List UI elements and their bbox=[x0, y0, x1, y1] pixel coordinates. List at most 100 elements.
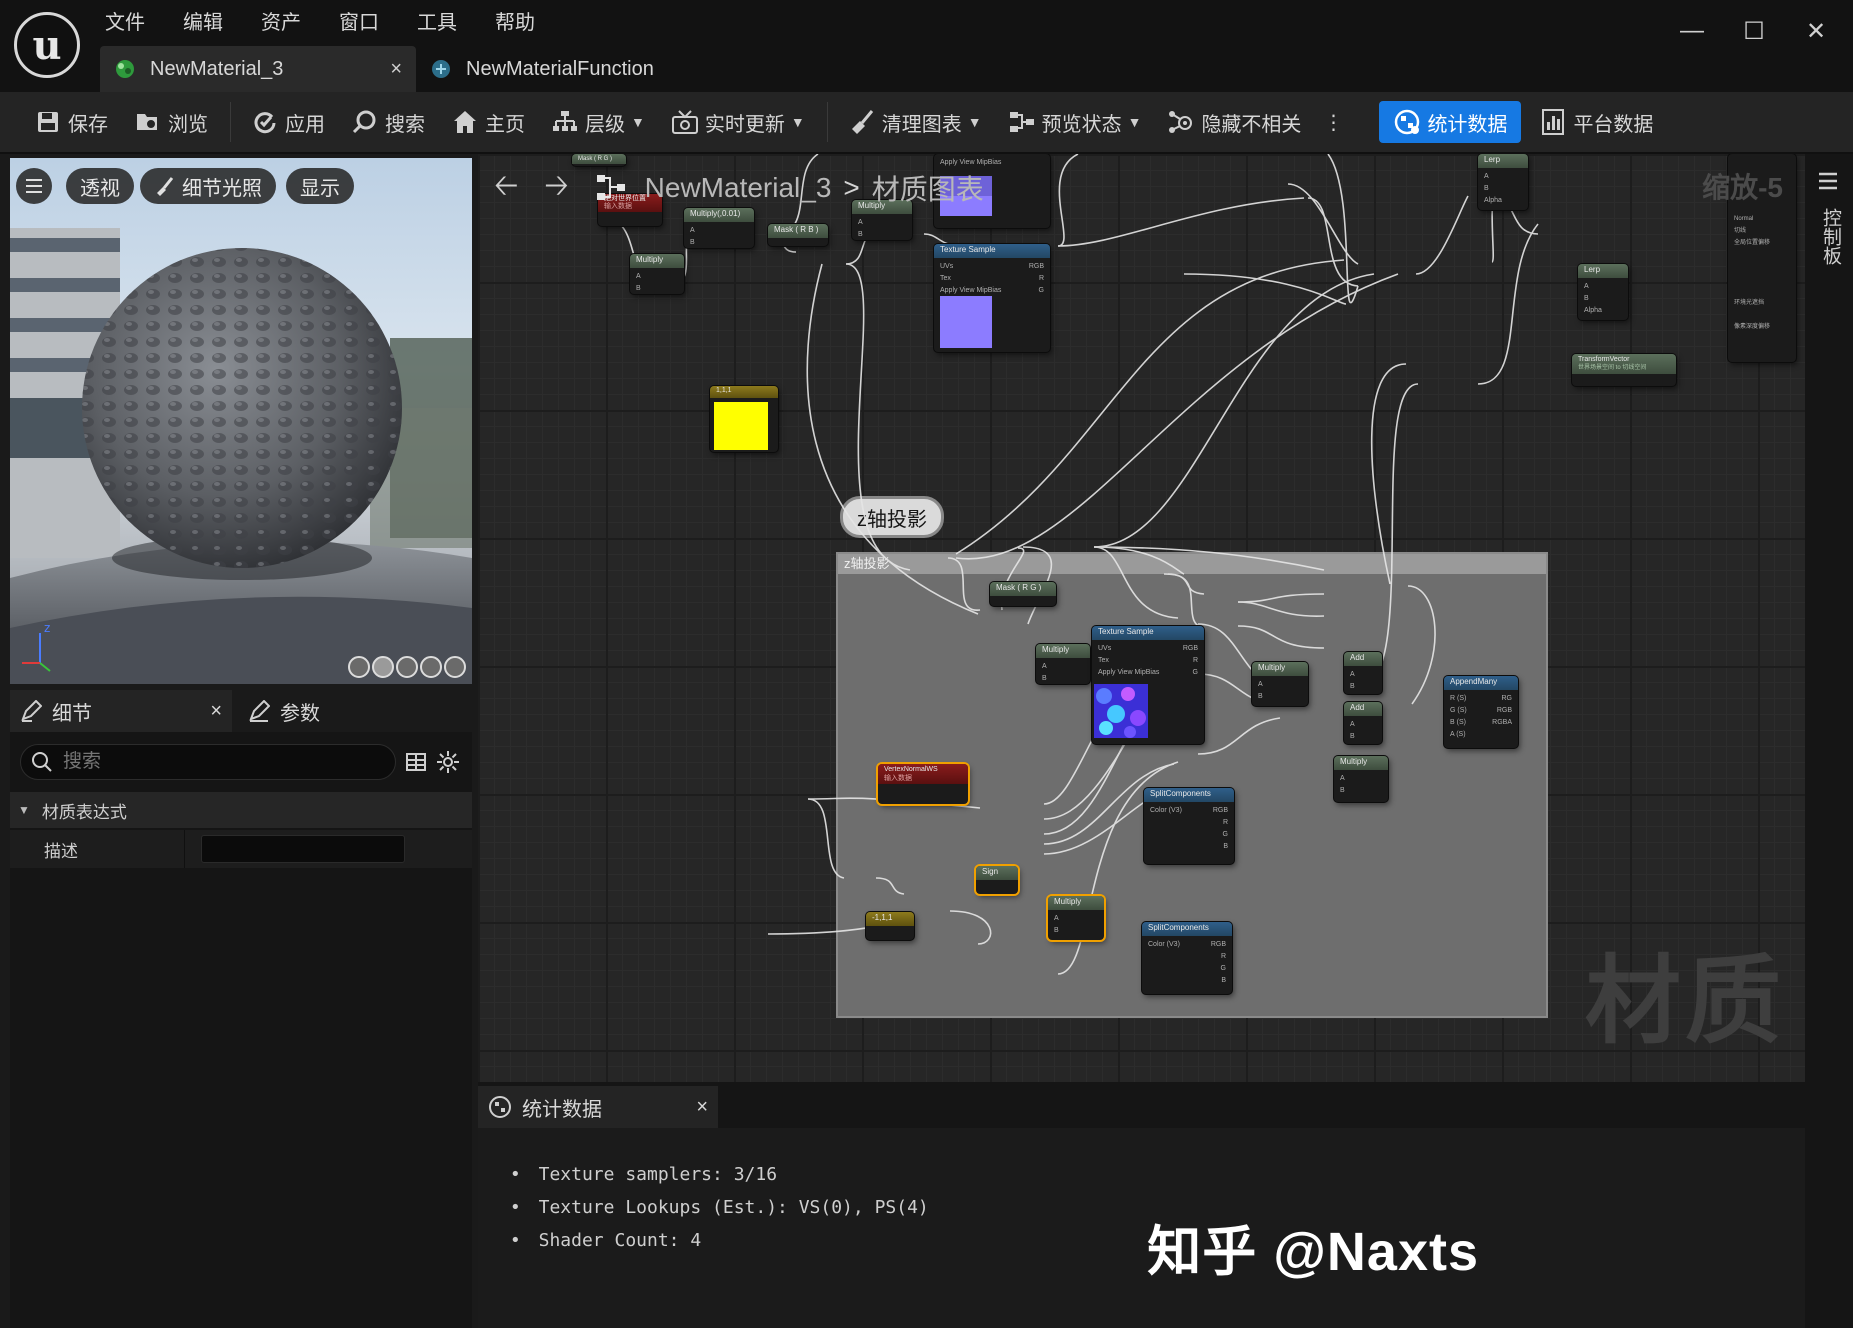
node-split-components[interactable]: SplitComponents Color (V3) RGB R G B bbox=[1142, 922, 1232, 994]
settings-gear-icon[interactable] bbox=[434, 748, 462, 776]
node-lerp[interactable]: Lerp A B Alpha bbox=[1478, 154, 1528, 210]
stats-body: Texture samplers: 3/16 Texture Lookups (… bbox=[478, 1128, 1805, 1328]
node-vertex-normal-ws[interactable]: VertexNormalWS 输入数据 bbox=[878, 764, 968, 804]
tab-newmaterial-3[interactable]: NewMaterial_3 × bbox=[100, 46, 416, 92]
menu-asset[interactable]: 资产 bbox=[261, 8, 320, 38]
hide-unrelated-button[interactable]: 隐藏不相关 bbox=[1159, 101, 1309, 143]
toolbar-divider bbox=[826, 102, 828, 142]
node-multiply[interactable]: Multiply AB bbox=[1048, 896, 1104, 940]
tab-close-button[interactable]: × bbox=[390, 58, 402, 81]
control-panel-tab[interactable]: 控制板 bbox=[1817, 208, 1844, 265]
node-multiply[interactable]: Multiply AB bbox=[630, 254, 684, 294]
preview-state-button[interactable]: 预览状态 ▼ bbox=[1000, 101, 1150, 143]
lighting-mode-button[interactable]: 细节光照 bbox=[140, 168, 276, 204]
menu-help[interactable]: 帮助 bbox=[495, 8, 554, 38]
node-multiply-001[interactable]: Multiply(,0.01) AB bbox=[684, 208, 754, 248]
stats-icon bbox=[489, 1096, 511, 1118]
close-window-button[interactable]: ✕ bbox=[1796, 14, 1836, 48]
apply-icon bbox=[251, 108, 279, 136]
description-row: 描述 bbox=[10, 830, 472, 868]
svg-text:z: z bbox=[44, 621, 50, 635]
unreal-logo-icon[interactable]: u bbox=[14, 12, 80, 78]
toolbar: 保存 浏览 应用 搜索 主页 层级 ▼ 实时更新 ▼ 清理图表 ▼ 预览状态 ▼ 隐藏不… bbox=[0, 92, 1853, 154]
tab-close-button[interactable]: × bbox=[210, 700, 222, 723]
stats-list: Texture samplers: 3/16 Texture Lookups (… bbox=[510, 1158, 929, 1257]
apply-button[interactable]: 应用 bbox=[243, 101, 333, 143]
material-graph[interactable]: z轴投影 z轴投影 绝对世界位置 输入数据 Multiply A B Multi… bbox=[478, 154, 1805, 1082]
node-add[interactable]: Add AB bbox=[1344, 702, 1382, 744]
stats-button[interactable]: 统计数据 bbox=[1379, 101, 1522, 143]
platform-stats-icon bbox=[1539, 108, 1567, 136]
tab-parameters[interactable]: 参数 bbox=[238, 690, 330, 732]
breadcrumb-material[interactable]: NewMaterial_3 bbox=[645, 172, 832, 204]
description-input[interactable] bbox=[201, 835, 405, 863]
node-split-components[interactable]: SplitComponents Color (V3) RGB R G B bbox=[1144, 788, 1234, 864]
toolbar-divider bbox=[230, 102, 231, 142]
tab-newmaterialfunction[interactable]: NewMaterialFunction bbox=[416, 46, 668, 92]
browse-icon bbox=[134, 108, 162, 136]
browse-button[interactable]: 浏览 bbox=[126, 101, 216, 143]
live-update-button[interactable]: 实时更新 ▼ bbox=[663, 101, 813, 143]
stat-texture-lookups: Texture Lookups (Est.): VS(0), PS(4) bbox=[510, 1191, 929, 1224]
texture-thumbnail bbox=[940, 296, 992, 348]
node-lerp[interactable]: Lerp A B Alpha bbox=[1578, 264, 1628, 320]
tab-details[interactable]: 细节 × bbox=[10, 690, 232, 732]
show-menu-button[interactable]: 显示 bbox=[286, 168, 354, 204]
menu-bar: 文件 编辑 资产 窗口 工具 帮助 bbox=[105, 8, 573, 38]
hierarchy-button[interactable]: 层级 ▼ bbox=[543, 101, 653, 143]
tab-stats[interactable]: 统计数据 × bbox=[478, 1086, 718, 1128]
minimize-button[interactable]: — bbox=[1672, 14, 1712, 48]
pencil-icon bbox=[21, 700, 42, 722]
node-constant-m111[interactable]: -1,1,1 bbox=[866, 912, 914, 940]
menu-window[interactable]: 窗口 bbox=[339, 8, 398, 38]
right-sidebar: 控制板 bbox=[1805, 154, 1853, 1328]
graph-icon bbox=[596, 175, 625, 200]
node-constant-111[interactable]: 1,1,1 bbox=[710, 386, 778, 452]
mesh-preview-button[interactable] bbox=[444, 656, 466, 678]
stats-panel: 统计数据 × Texture samplers: 3/16 Texture Lo… bbox=[478, 1086, 1805, 1328]
search-button[interactable]: 搜索 bbox=[343, 101, 433, 143]
home-button[interactable]: 主页 bbox=[443, 101, 533, 143]
node-sign[interactable]: Sign bbox=[976, 866, 1018, 894]
list-icon[interactable] bbox=[1817, 170, 1839, 192]
material-expression-section[interactable]: ▼ 材质表达式 bbox=[10, 792, 472, 828]
tab-label: NewMaterialFunction bbox=[466, 57, 654, 80]
node-mask-rg[interactable]: Mask ( R G ) bbox=[572, 154, 626, 166]
live-update-icon bbox=[671, 108, 699, 136]
menu-tools[interactable]: 工具 bbox=[417, 8, 476, 38]
node-texture-sample[interactable]: Texture Sample UVs RGB Tex R Apply View Mi… bbox=[1092, 626, 1204, 744]
node-multiply[interactable]: Multiply AB bbox=[1036, 644, 1090, 684]
breadcrumb-graph[interactable]: 材质图表 bbox=[872, 168, 984, 208]
back-arrow-icon[interactable]: 🡠 bbox=[494, 163, 518, 214]
tab-label: NewMaterial_3 bbox=[150, 57, 284, 80]
node-texture-sample[interactable]: Texture Sample UVs RGB Tex R Apply View Mi… bbox=[934, 244, 1050, 352]
home-icon bbox=[451, 108, 479, 136]
node-multiply[interactable]: Multiply AB bbox=[1252, 662, 1308, 706]
stat-shader-count: Shader Count: 4 bbox=[510, 1224, 929, 1257]
graph-navigation: 🡠 🡢 NewMaterial_3 > 材质图表 bbox=[494, 166, 984, 210]
table-view-icon[interactable] bbox=[402, 748, 430, 776]
tab-close-button[interactable]: × bbox=[696, 1096, 708, 1119]
menu-file[interactable]: 文件 bbox=[105, 8, 164, 38]
node-add[interactable]: Add AB bbox=[1344, 652, 1382, 694]
node-mask-rg[interactable]: Mask ( R G ) bbox=[990, 582, 1056, 606]
preview-viewport[interactable]: z 透视 细节光照 显示 bbox=[10, 158, 472, 684]
plane-preview-button[interactable] bbox=[396, 656, 418, 678]
node-append-many[interactable]: AppendMany R (S) RG G (S) RGB B (S) RGBA A … bbox=[1444, 676, 1518, 748]
details-search-input[interactable] bbox=[63, 751, 363, 773]
node-multiply[interactable]: Multiply AB bbox=[1334, 756, 1388, 802]
menu-edit[interactable]: 编辑 bbox=[183, 8, 242, 38]
sphere-preview-button[interactable] bbox=[372, 656, 394, 678]
perspective-button[interactable]: 透视 bbox=[66, 168, 134, 204]
node-transform-vector[interactable]: TransformVector 世界场景空间 to 切线空间 bbox=[1572, 354, 1676, 386]
forward-arrow-icon[interactable]: 🡢 bbox=[544, 163, 568, 214]
cube-preview-button[interactable] bbox=[420, 656, 442, 678]
maximize-button[interactable]: ☐ bbox=[1734, 14, 1774, 48]
platform-stats-button[interactable]: 平台数据 bbox=[1531, 101, 1661, 143]
more-options-button[interactable]: ⋮ bbox=[1319, 101, 1347, 143]
cylinder-preview-button[interactable] bbox=[348, 656, 370, 678]
clean-graph-button[interactable]: 清理图表 ▼ bbox=[840, 101, 990, 143]
node-mask-rb[interactable]: Mask ( R B ) bbox=[768, 224, 828, 246]
viewport-menu-button[interactable] bbox=[16, 168, 52, 204]
save-button[interactable]: 保存 bbox=[26, 101, 116, 143]
